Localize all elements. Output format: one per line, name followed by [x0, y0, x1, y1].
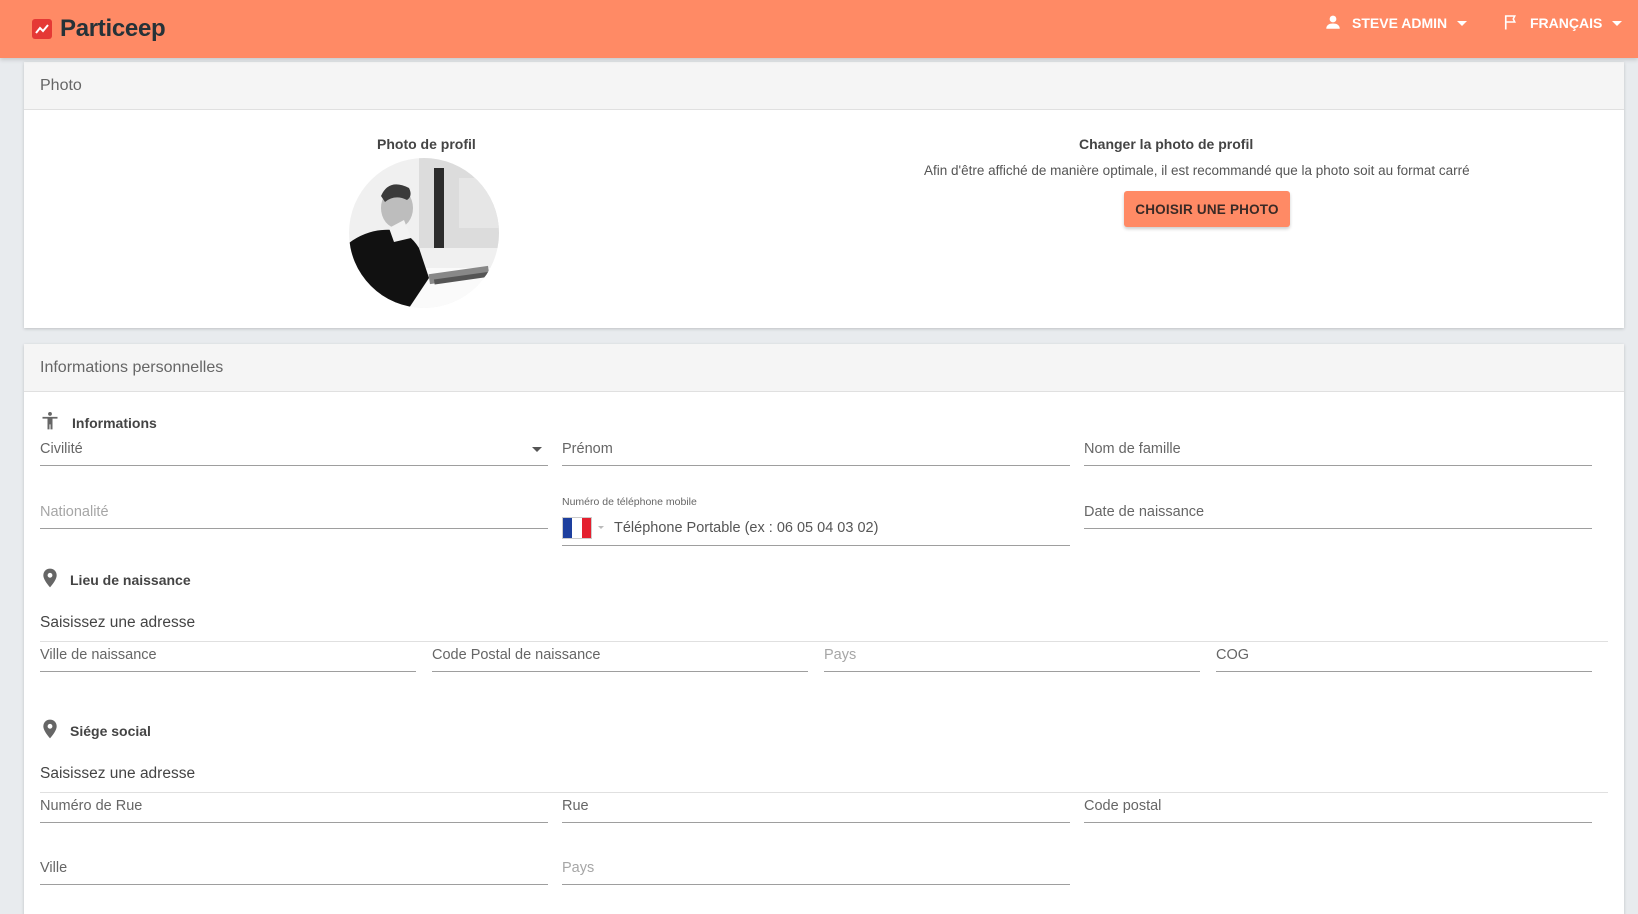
birthplace-heading-label: Lieu de naissance — [70, 571, 191, 588]
change-photo-title: Changer la photo de profil — [1079, 136, 1254, 152]
person-icon — [1324, 13, 1342, 34]
informations-heading-label: Informations — [72, 414, 157, 431]
phone-field-label: Numéro de téléphone mobile — [562, 496, 697, 508]
city-label: Ville — [40, 859, 68, 876]
change-photo-hint: Afin d'être affiché de manière optimale,… — [924, 163, 1470, 178]
personal-info-title: Informations personnelles — [24, 344, 1624, 392]
accessibility-icon — [40, 410, 60, 435]
france-flag-icon[interactable] — [562, 516, 592, 539]
last-name-field[interactable]: Nom de famille — [1084, 434, 1592, 466]
country-label: Pays — [562, 859, 595, 876]
mobile-phone-field[interactable]: Téléphone Portable (ex : 06 05 04 03 02) — [562, 512, 1070, 546]
birth-city-field[interactable]: Ville de naissance — [40, 640, 416, 672]
city-field[interactable]: Ville — [40, 853, 548, 885]
nationality-label: Nationalité — [40, 503, 109, 520]
first-name-field[interactable]: Prénom — [562, 434, 1070, 466]
birth-date-label: Date de naissance — [1084, 503, 1205, 520]
chart-icon — [32, 19, 52, 39]
language-menu[interactable]: FRANÇAIS — [1502, 12, 1623, 34]
first-name-label: Prénom — [562, 440, 613, 457]
head-office-heading: Siége social — [42, 719, 151, 742]
birthplace-address-placeholder: Saisissez une adresse — [40, 613, 196, 631]
birthplace-address-input[interactable]: Saisissez une adresse — [40, 606, 1608, 642]
street-label: Rue — [562, 797, 589, 814]
head-office-heading-label: Siége social — [70, 722, 151, 739]
birth-city-label: Ville de naissance — [40, 646, 157, 663]
personal-info-card: Informations personnelles Informations C… — [24, 344, 1624, 914]
avatar — [349, 158, 499, 308]
postal-code-label: Code postal — [1084, 797, 1162, 814]
civility-label: Civilité — [40, 440, 83, 457]
language-label: FRANÇAIS — [1530, 15, 1603, 31]
cog-field[interactable]: COG — [1216, 640, 1592, 672]
birth-country-label: Pays — [824, 646, 857, 663]
chevron-down-icon — [1612, 20, 1623, 26]
map-pin-icon — [42, 719, 58, 742]
map-pin-icon — [42, 568, 58, 591]
brand-name: Particeep — [60, 15, 166, 42]
street-number-field[interactable]: Numéro de Rue — [40, 791, 548, 823]
birth-date-field[interactable]: Date de naissance — [1084, 497, 1592, 529]
civility-select[interactable]: Civilité — [40, 434, 548, 466]
user-name: STEVE ADMIN — [1352, 15, 1448, 31]
photo-card: Photo Photo de profil Changer la photo d… — [24, 62, 1624, 328]
street-field[interactable]: Rue — [562, 791, 1070, 823]
head-office-address-placeholder: Saisissez une adresse — [40, 764, 196, 782]
informations-heading: Informations — [40, 410, 157, 435]
nationality-field[interactable]: Nationalité — [40, 497, 548, 529]
profile-photo-label: Photo de profil — [377, 136, 476, 152]
chevron-down-icon — [532, 447, 542, 452]
photo-card-title: Photo — [24, 62, 1624, 110]
phone-placeholder: Téléphone Portable (ex : 06 05 04 03 02) — [614, 519, 879, 536]
last-name-label: Nom de famille — [1084, 440, 1181, 457]
chevron-down-icon — [1457, 20, 1468, 26]
birthplace-heading: Lieu de naissance — [42, 568, 191, 591]
birth-postal-code-field[interactable]: Code Postal de naissance — [432, 640, 808, 672]
user-menu[interactable]: STEVE ADMIN — [1324, 12, 1468, 34]
cog-label: COG — [1216, 646, 1250, 663]
chevron-down-icon — [598, 526, 604, 529]
head-office-address-input[interactable]: Saisissez une adresse — [40, 757, 1608, 793]
street-number-label: Numéro de Rue — [40, 797, 143, 814]
choose-photo-button[interactable]: CHOISIR UNE PHOTO — [1124, 191, 1290, 227]
top-navbar: Particeep STEVE ADMIN FRANÇAIS — [0, 0, 1638, 58]
flag-icon — [1502, 13, 1520, 34]
postal-code-field[interactable]: Code postal — [1084, 791, 1592, 823]
birth-country-field[interactable]: Pays — [824, 640, 1200, 672]
country-field[interactable]: Pays — [562, 853, 1070, 885]
birth-postal-code-label: Code Postal de naissance — [432, 646, 601, 663]
brand-logo[interactable]: Particeep — [32, 14, 166, 44]
